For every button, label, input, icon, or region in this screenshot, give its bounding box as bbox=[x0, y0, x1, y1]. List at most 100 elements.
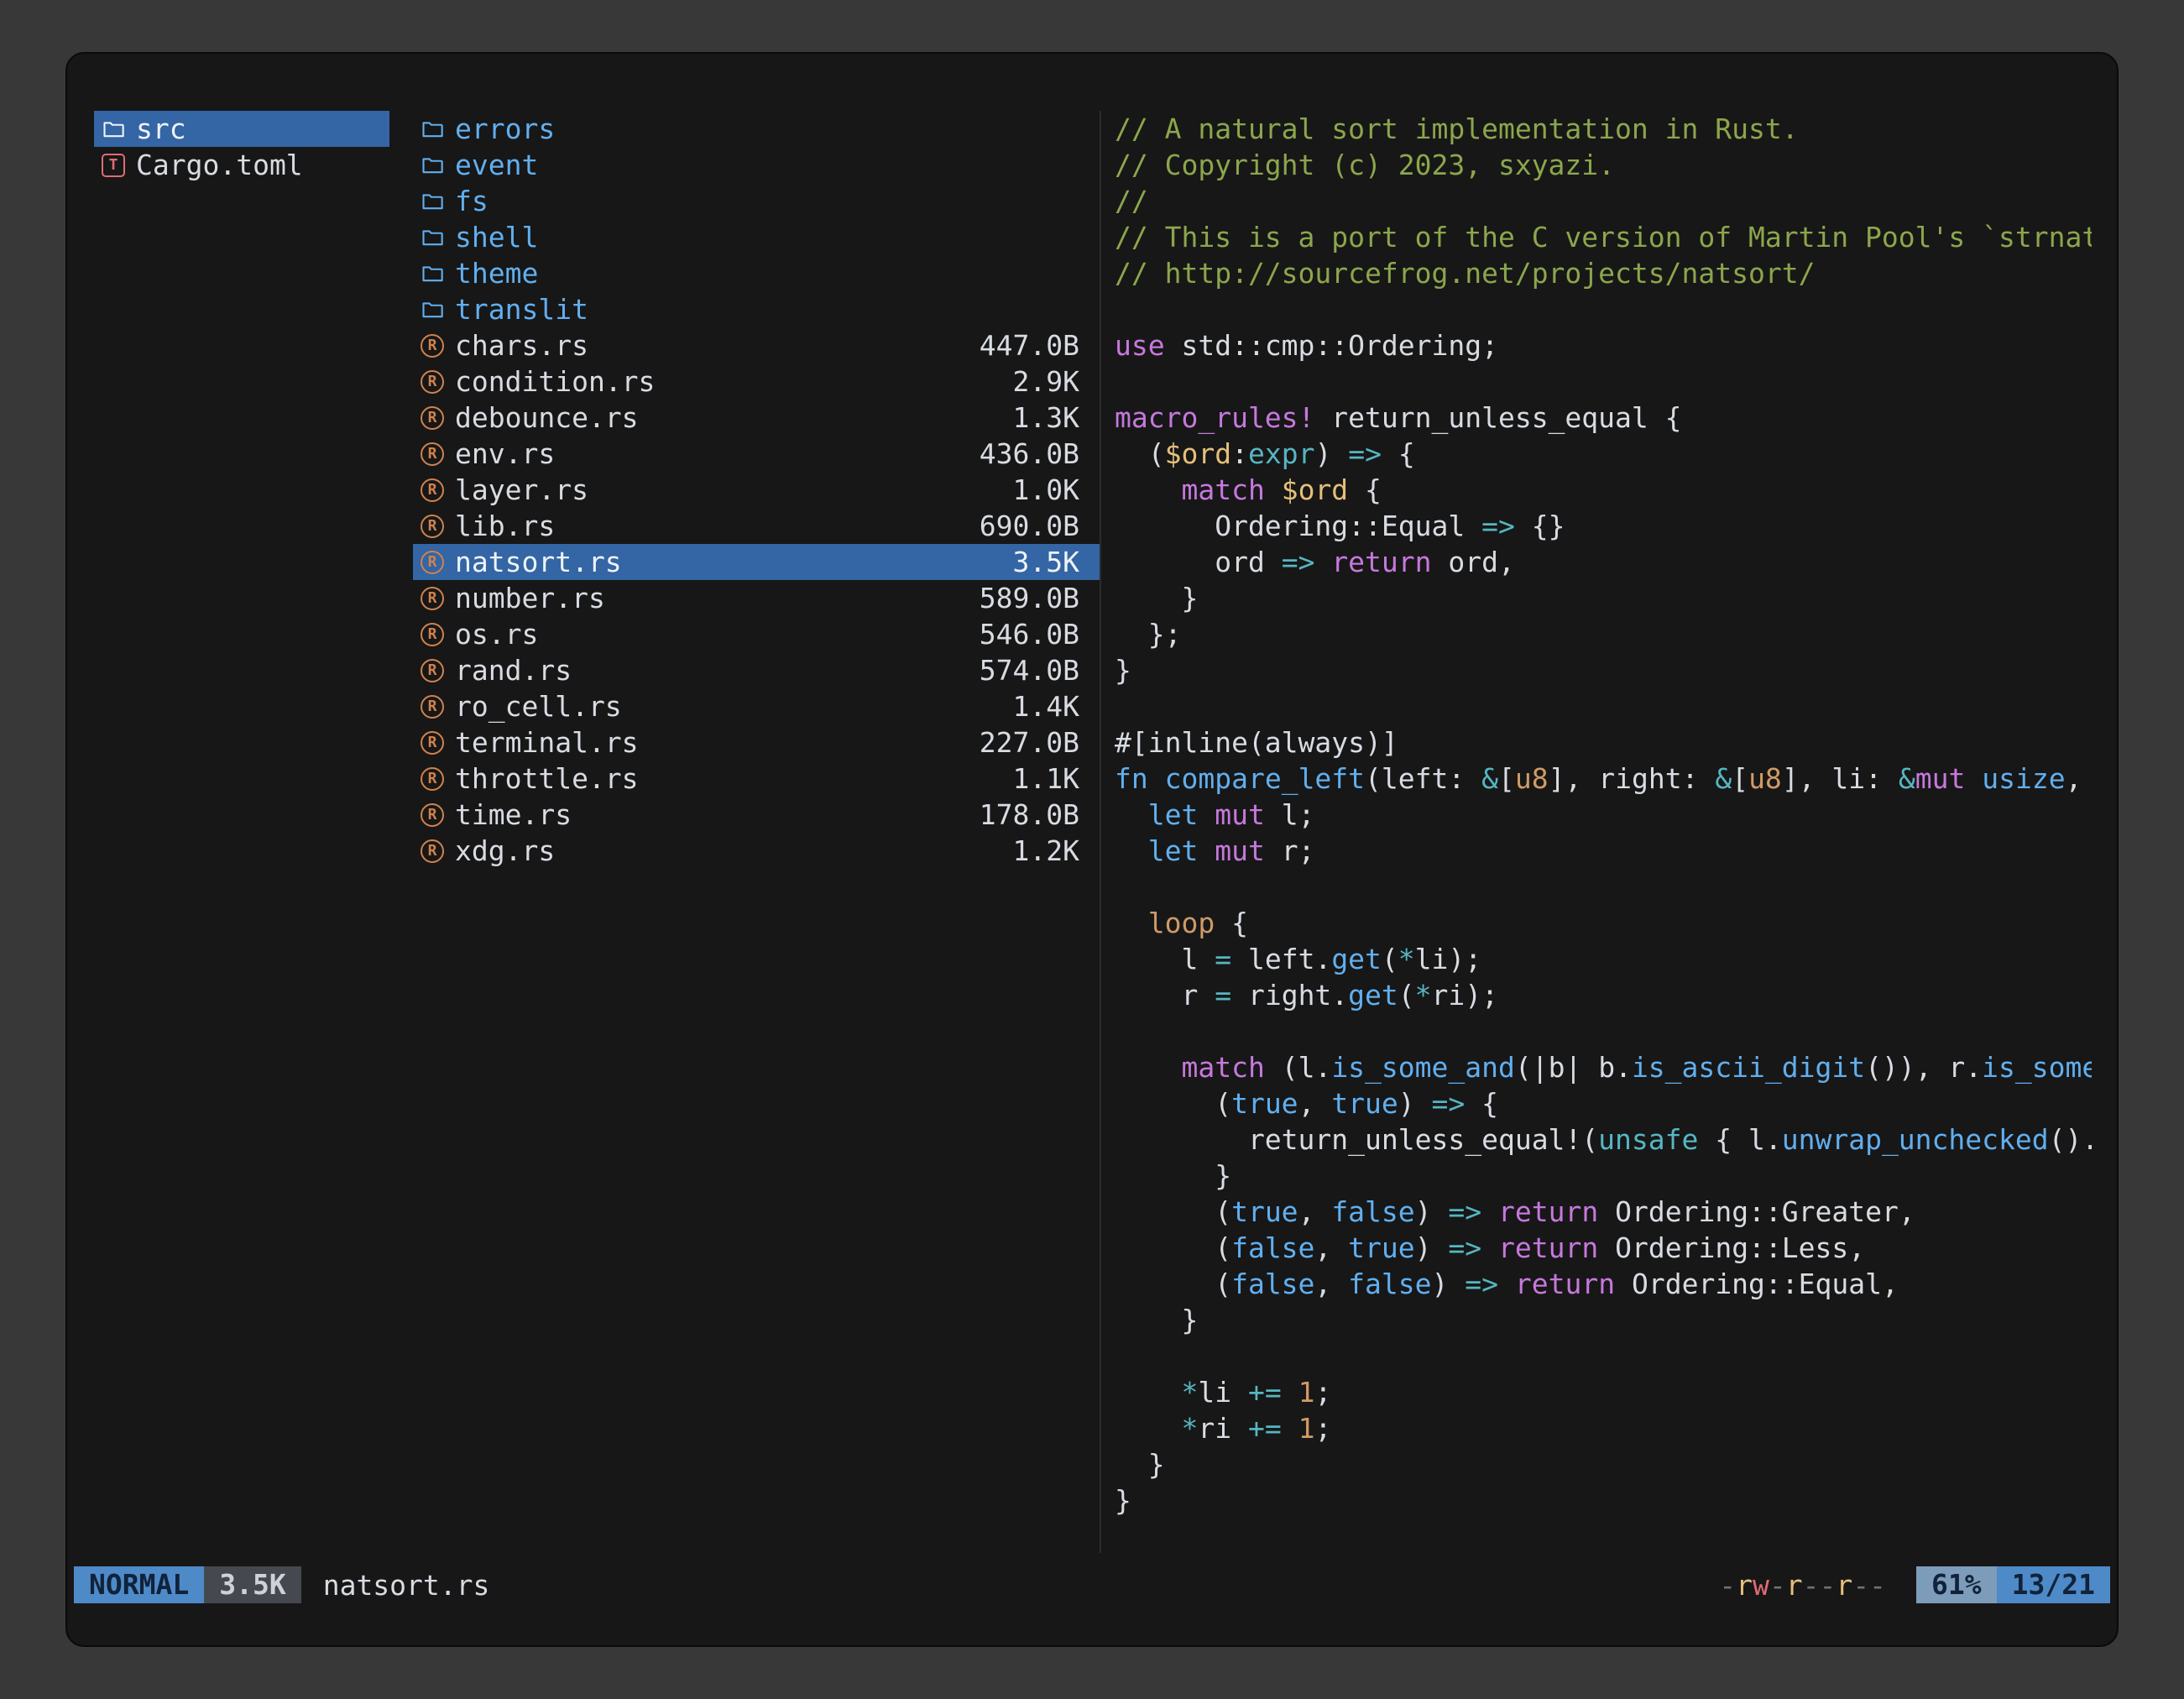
code-line: *li += 1; bbox=[1115, 1374, 2092, 1410]
entry-name: time.rs bbox=[455, 798, 572, 831]
code-line: } bbox=[1115, 1302, 2092, 1338]
rust-file-icon: R bbox=[420, 333, 445, 358]
rust-file-icon: R bbox=[420, 514, 445, 539]
code-line: r = right.get(*ri); bbox=[1115, 977, 2092, 1013]
open-folder-icon bbox=[420, 297, 445, 322]
code-line: match (l.is_some_and(|b| b.is_ascii_digi… bbox=[1115, 1049, 2092, 1085]
code-line: fn compare_left(left: &[u8], right: &[u8… bbox=[1115, 761, 2092, 797]
code-line bbox=[1115, 291, 2092, 327]
file-row-lib.rs[interactable]: Rlib.rs690.0B bbox=[413, 508, 1100, 544]
rust-file-icon: R bbox=[420, 802, 445, 828]
current-pane[interactable]: errors event fs shellthemetranslitRchars.rs… bbox=[413, 111, 1101, 1553]
file-row-chars.rs[interactable]: Rchars.rs447.0B bbox=[413, 327, 1100, 363]
rust-file-icon: R bbox=[420, 766, 445, 792]
entry-name: translit bbox=[455, 293, 588, 326]
code-line: // This is a port of the C version of Ma… bbox=[1115, 219, 2092, 255]
rust-file-icon: R bbox=[420, 622, 445, 647]
dir-row-src[interactable]: src bbox=[94, 111, 389, 147]
rust-file-icon: R bbox=[420, 694, 445, 719]
entry-name: Cargo.toml bbox=[136, 149, 303, 181]
entry-size: 1.1K bbox=[1013, 762, 1100, 795]
entry-name: terminal.rs bbox=[455, 726, 639, 759]
parent-pane[interactable]: src T Cargo.toml bbox=[94, 111, 389, 1553]
file-row-natsort.rs[interactable]: Rnatsort.rs3.5K bbox=[413, 544, 1100, 580]
file-row-os.rs[interactable]: Ros.rs 546.0B bbox=[413, 616, 1100, 652]
code-line: // http://sourcefrog.net/projects/natsor… bbox=[1115, 255, 2092, 291]
file-row-throttle.rs[interactable]: Rthrottle.rs 1.1K bbox=[413, 761, 1100, 797]
file-size-badge: 3.5K bbox=[204, 1566, 300, 1603]
file-row-ro_cell.rs[interactable]: Rro_cell.rs1.4K bbox=[413, 688, 1100, 724]
code-line: loop { bbox=[1115, 905, 2092, 941]
entry-size: 589.0B bbox=[980, 582, 1100, 614]
code-line: (false, false) => return Ordering::Equal… bbox=[1115, 1266, 2092, 1302]
file-row-debounce.rs[interactable]: Rdebounce.rs1.3K bbox=[413, 400, 1100, 436]
dir-row-translit[interactable]: translit bbox=[413, 291, 1100, 327]
entry-size: 2.9K bbox=[1013, 365, 1100, 398]
entry-name: rand.rs bbox=[455, 654, 572, 687]
file-row-xdg.rs[interactable]: Rxdg.rs1.2K bbox=[413, 833, 1100, 869]
entry-name: fs bbox=[455, 185, 489, 217]
entry-size: 546.0B bbox=[980, 618, 1100, 651]
open-folder-icon bbox=[101, 117, 126, 142]
dir-row-theme[interactable]: theme bbox=[413, 255, 1100, 291]
code-line: // A natural sort implementation in Rust… bbox=[1115, 111, 2092, 147]
rust-file-icon: R bbox=[420, 369, 445, 395]
terminal-window: src T Cargo.toml errors event fs shellthemetr… bbox=[65, 52, 2119, 1647]
rust-file-icon: R bbox=[420, 586, 445, 611]
entry-name: debounce.rs bbox=[455, 401, 639, 434]
entry-name: xdg.rs bbox=[455, 834, 555, 867]
rust-file-icon: R bbox=[420, 442, 445, 467]
code-line: }; bbox=[1115, 616, 2092, 652]
entry-name: src bbox=[136, 112, 186, 145]
code-line bbox=[1115, 1338, 2092, 1374]
file-row-condition.rs[interactable]: Rcondition.rs2.9K bbox=[413, 363, 1100, 400]
code-line: use std::cmp::Ordering; bbox=[1115, 327, 2092, 363]
file-row-rand.rs[interactable]: Rrand.rs 574.0B bbox=[413, 652, 1100, 688]
entry-size: 1.0K bbox=[1013, 473, 1100, 506]
open-folder-icon bbox=[420, 261, 445, 286]
entry-size: 574.0B bbox=[980, 654, 1100, 687]
dir-row-errors[interactable]: errors bbox=[413, 111, 1100, 147]
entry-name: shell bbox=[455, 221, 538, 254]
entry-name: errors bbox=[455, 112, 555, 145]
code-line: Ordering::Equal => {} bbox=[1115, 508, 2092, 544]
code-line: #[inline(always)] bbox=[1115, 724, 2092, 761]
dir-row-fs[interactable]: fs bbox=[413, 183, 1100, 219]
open-folder-icon bbox=[420, 189, 445, 214]
code-line: return_unless_equal!(unsafe { l.unwrap_u… bbox=[1115, 1121, 2092, 1158]
code-line: } bbox=[1115, 1482, 2092, 1519]
file-row-layer.rs[interactable]: Rlayer.rs 1.0K bbox=[413, 472, 1100, 508]
file-row-terminal.rs[interactable]: Rterminal.rs227.0B bbox=[413, 724, 1100, 761]
mode-badge: NORMAL bbox=[74, 1566, 204, 1603]
code-line: ($ord:expr) => { bbox=[1115, 436, 2092, 472]
dir-row-event[interactable]: event bbox=[413, 147, 1100, 183]
rust-file-icon: R bbox=[420, 658, 445, 683]
entry-size: 1.3K bbox=[1013, 401, 1100, 434]
rust-file-icon: R bbox=[420, 839, 445, 864]
rust-file-icon: R bbox=[420, 478, 445, 503]
file-row-Cargo.toml[interactable]: T Cargo.toml bbox=[94, 147, 389, 183]
file-row-time.rs[interactable]: Rtime.rs178.0B bbox=[413, 797, 1100, 833]
code-line: ord => return ord, bbox=[1115, 544, 2092, 580]
entry-name: env.rs bbox=[455, 437, 555, 470]
entry-name: event bbox=[455, 149, 538, 181]
code-line: *ri += 1; bbox=[1115, 1410, 2092, 1446]
rust-file-icon: R bbox=[420, 730, 445, 755]
entry-size: 3.5K bbox=[1013, 546, 1100, 578]
code-line: (true, false) => return Ordering::Greate… bbox=[1115, 1194, 2092, 1230]
file-row-number.rs[interactable]: Rnumber.rs589.0B bbox=[413, 580, 1100, 616]
preview-pane[interactable]: // A natural sort implementation in Rust… bbox=[1101, 111, 2092, 1553]
entry-name: os.rs bbox=[455, 618, 538, 651]
dir-row-shell[interactable]: shell bbox=[413, 219, 1100, 255]
status-bar: NORMAL 3.5K natsort.rs -rw-r--r-- 61% 13… bbox=[74, 1566, 2110, 1603]
code-line: let mut l; bbox=[1115, 797, 2092, 833]
open-folder-icon bbox=[420, 225, 445, 250]
entry-name: theme bbox=[455, 257, 538, 290]
code-line bbox=[1115, 1013, 2092, 1049]
code-line: } bbox=[1115, 652, 2092, 688]
toml-file-icon: T bbox=[101, 153, 126, 178]
file-row-env.rs[interactable]: Renv.rs436.0B bbox=[413, 436, 1100, 472]
entry-name: throttle.rs bbox=[455, 762, 639, 795]
entry-name: layer.rs bbox=[455, 473, 588, 506]
status-filename: natsort.rs bbox=[323, 1569, 490, 1602]
